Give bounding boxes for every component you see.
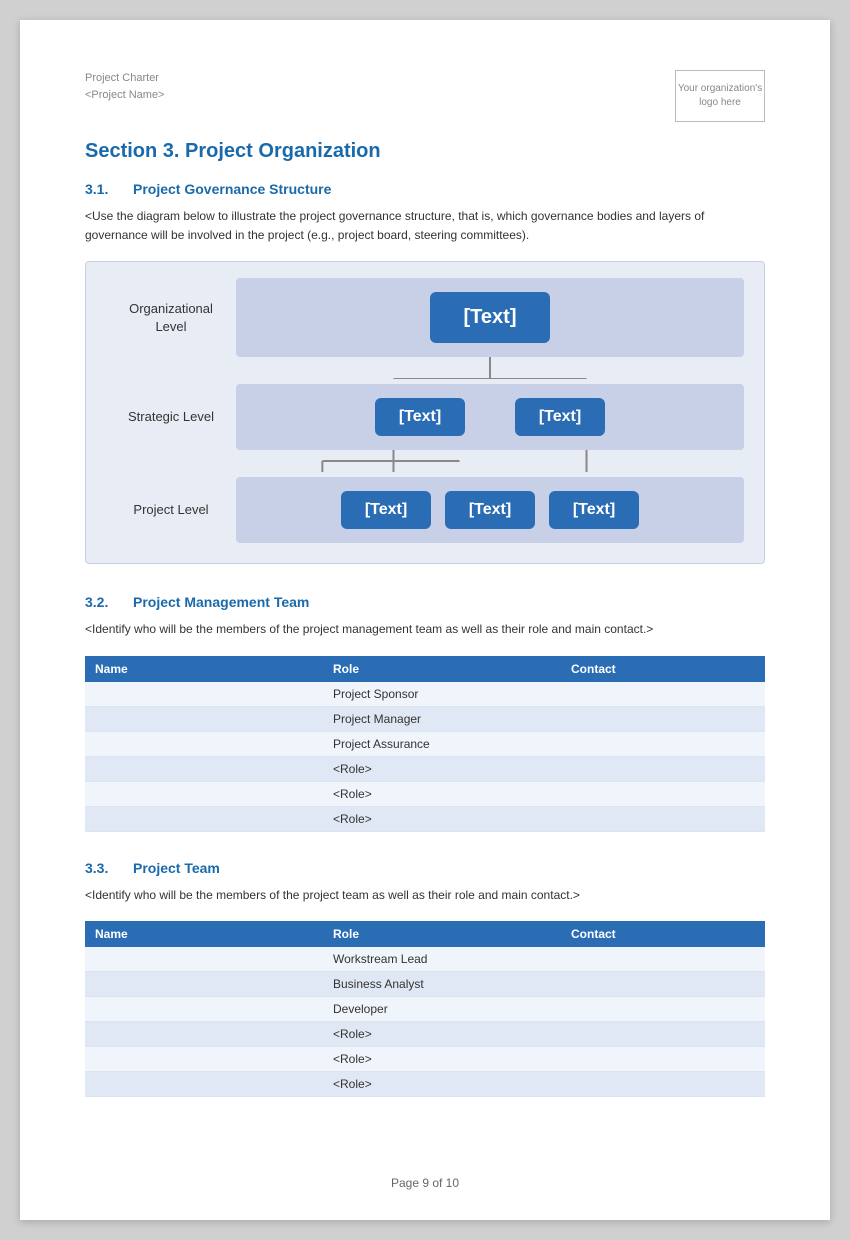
table-cell: [85, 1046, 323, 1071]
org-level-strategic: Strategic Level: [106, 408, 236, 426]
org-node-1[interactable]: [Text]: [430, 292, 550, 343]
management-team-table: Name Role Contact Project SponsorProject…: [85, 656, 765, 832]
doc-title-line1: Project Charter: [85, 70, 164, 87]
table-cell: [85, 706, 323, 731]
team-col-role: Role: [323, 921, 561, 947]
table-row: Workstream Lead: [85, 947, 765, 972]
table-cell: [561, 947, 765, 972]
table-cell: <Role>: [323, 806, 561, 831]
table-row: <Role>: [85, 756, 765, 781]
table-cell: [561, 781, 765, 806]
table-cell: [561, 806, 765, 831]
table-row: <Role>: [85, 781, 765, 806]
table-cell: [85, 947, 323, 972]
table-cell: [561, 706, 765, 731]
table-cell: [85, 781, 323, 806]
table-cell: [561, 1046, 765, 1071]
table-cell: <Role>: [323, 1046, 561, 1071]
subsection-3-3-label: Project Team: [133, 860, 220, 876]
subsection-3-3-title: 3.3. Project Team: [85, 860, 765, 876]
table-cell: [85, 971, 323, 996]
table-cell: [85, 806, 323, 831]
subsection-3-1-label: Project Governance Structure: [133, 181, 331, 197]
table-cell: Business Analyst: [323, 971, 561, 996]
table-row: <Role>: [85, 1046, 765, 1071]
management-team-table-section: Name Role Contact Project SponsorProject…: [85, 656, 765, 832]
table-cell: [561, 971, 765, 996]
table-cell: [561, 731, 765, 756]
mgmt-col-role: Role: [323, 656, 561, 682]
connector-1-2: [236, 357, 744, 379]
table-row: Business Analyst: [85, 971, 765, 996]
table-row: <Role>: [85, 1021, 765, 1046]
section-title: Section 3. Project Organization: [85, 140, 765, 163]
team-col-contact: Contact: [561, 921, 765, 947]
table-cell: [561, 1071, 765, 1096]
table-cell: <Role>: [323, 1071, 561, 1096]
subsection-3-3-desc: <Identify who will be the members of the…: [85, 886, 765, 905]
subsection-3-1-desc: <Use the diagram below to illustrate the…: [85, 207, 765, 245]
table-cell: [85, 996, 323, 1021]
org-node-2-1[interactable]: [Text]: [375, 398, 465, 436]
team-col-name: Name: [85, 921, 323, 947]
table-cell: Workstream Lead: [323, 947, 561, 972]
doc-title-line2: <Project Name>: [85, 87, 164, 104]
mgmt-col-name: Name: [85, 656, 323, 682]
table-cell: <Role>: [323, 756, 561, 781]
table-cell: [85, 1021, 323, 1046]
subsection-3-1-title: 3.1. Project Governance Structure: [85, 181, 765, 197]
subsection-3-3-number: 3.3.: [85, 860, 115, 876]
table-cell: [561, 1021, 765, 1046]
page-number: Page 9 of 10: [391, 1176, 459, 1190]
mgmt-col-contact: Contact: [561, 656, 765, 682]
table-row: Project Sponsor: [85, 682, 765, 707]
table-cell: [85, 731, 323, 756]
table-cell: Developer: [323, 996, 561, 1021]
table-cell: <Role>: [323, 781, 561, 806]
table-row: <Role>: [85, 1071, 765, 1096]
table-cell: [85, 756, 323, 781]
subsection-3-2-title: 3.2. Project Management Team: [85, 594, 765, 610]
org-level-project: Project Level: [106, 501, 236, 519]
page: Project Charter <Project Name> Your orga…: [20, 20, 830, 1220]
table-cell: <Role>: [323, 1021, 561, 1046]
table-row: Project Assurance: [85, 731, 765, 756]
table-cell: [561, 996, 765, 1021]
org-node-2-2[interactable]: [Text]: [515, 398, 605, 436]
org-node-3-3[interactable]: [Text]: [549, 491, 639, 529]
table-cell: [85, 682, 323, 707]
project-team-table: Name Role Contact Workstream LeadBusines…: [85, 921, 765, 1097]
subsection-3-2-desc: <Identify who will be the members of the…: [85, 620, 765, 639]
table-cell: Project Assurance: [323, 731, 561, 756]
table-cell: Project Manager: [323, 706, 561, 731]
org-level-organizational: OrganizationalLevel: [106, 300, 236, 336]
project-team-table-section: Name Role Contact Workstream LeadBusines…: [85, 921, 765, 1097]
logo-box: Your organization's logo here: [675, 70, 765, 122]
table-cell: [561, 682, 765, 707]
connector-2-3: [236, 450, 744, 472]
org-chart: OrganizationalLevel [Text]: [85, 261, 765, 564]
org-node-3-2[interactable]: [Text]: [445, 491, 535, 529]
subsection-3-2-label: Project Management Team: [133, 594, 309, 610]
table-cell: [561, 756, 765, 781]
page-header: Project Charter <Project Name> Your orga…: [85, 70, 765, 122]
subsection-3-2-number: 3.2.: [85, 594, 115, 610]
table-row: Developer: [85, 996, 765, 1021]
table-cell: Project Sponsor: [323, 682, 561, 707]
logo-text: Your organization's logo here: [676, 82, 764, 110]
subsection-3-1-number: 3.1.: [85, 181, 115, 197]
table-row: <Role>: [85, 806, 765, 831]
org-node-3-1[interactable]: [Text]: [341, 491, 431, 529]
doc-title: Project Charter <Project Name>: [85, 70, 164, 103]
table-row: Project Manager: [85, 706, 765, 731]
table-cell: [85, 1071, 323, 1096]
page-footer: Page 9 of 10: [20, 1176, 830, 1190]
